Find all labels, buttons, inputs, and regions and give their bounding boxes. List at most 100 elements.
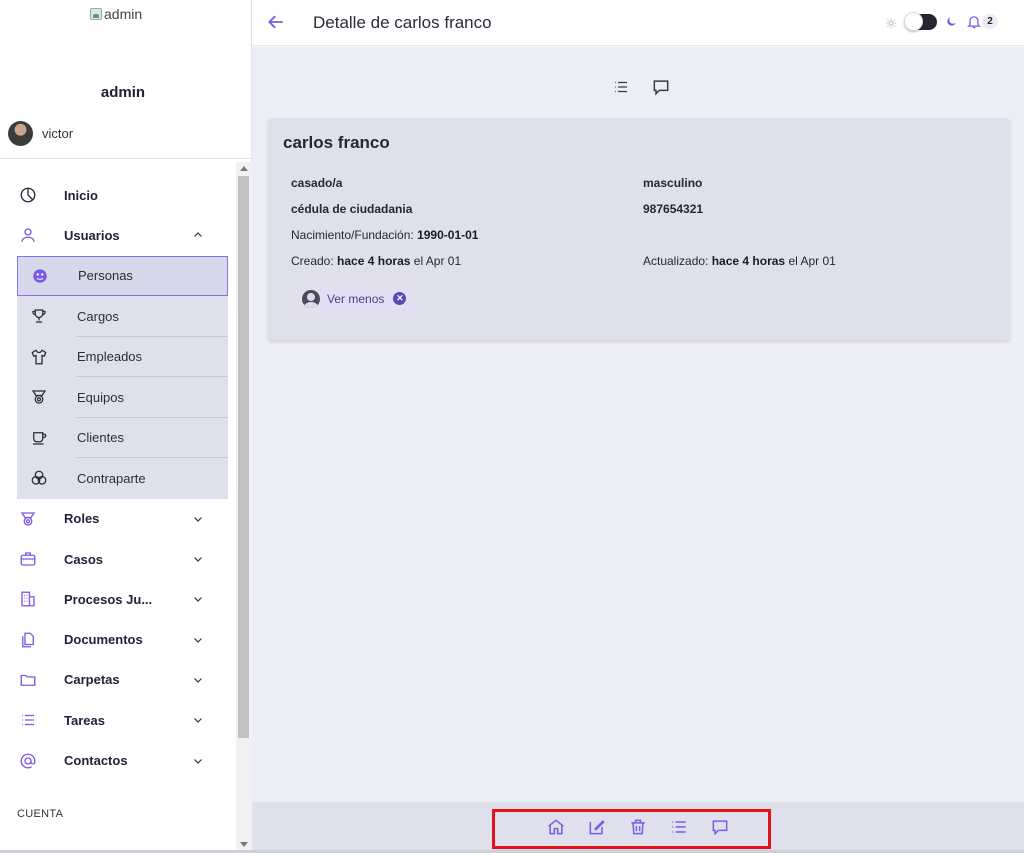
birth-value: 1990-01-01 — [417, 228, 479, 242]
list-view-icon[interactable] — [610, 77, 632, 97]
sidebar-subitem-clientes[interactable]: Clientes — [17, 418, 228, 459]
sidebar-item-label: Inicio — [64, 187, 98, 203]
bell-icon[interactable] — [966, 13, 982, 30]
sidebar-subitem-label: Contraparte — [77, 470, 146, 486]
sidebar-nav: Inicio Usuarios Personas Cargos Empleado… — [0, 175, 236, 781]
sidebar-item-label: Casos — [64, 551, 104, 567]
chevron-down-icon — [191, 633, 205, 647]
medal-icon — [18, 509, 38, 529]
birth-info: Nacimiento/Fundación: 1990-01-01 — [291, 228, 478, 242]
updated-info: Actualizado: hace 4 horas el Apr 01 — [643, 254, 836, 268]
chevron-up-icon — [191, 228, 205, 242]
sidebar-item-usuarios[interactable]: Usuarios — [0, 215, 236, 255]
chevron-down-icon — [191, 673, 205, 687]
shirt-icon — [29, 347, 49, 367]
document-number: 987654321 — [643, 202, 704, 216]
building-icon — [18, 589, 38, 609]
chevron-down-icon — [191, 754, 205, 768]
updated-label: Actualizado: — [643, 254, 709, 268]
person-name: carlos franco — [283, 133, 390, 152]
civil-status: casado/a — [291, 176, 343, 190]
ver-menos-chip[interactable]: Ver menos ✕ — [298, 286, 415, 311]
user-name: victor — [42, 126, 74, 141]
sidebar-item-contactos[interactable]: Contactos — [0, 740, 236, 780]
dark-mode-toggle[interactable] — [904, 12, 937, 31]
back-arrow-icon[interactable] — [266, 12, 286, 32]
sidebar-scrollbar[interactable] — [236, 162, 252, 853]
birth-label: Nacimiento/Fundación: — [291, 228, 414, 242]
sidebar-item-inicio[interactable]: Inicio — [0, 175, 236, 215]
created-value: hace 4 horas — [337, 254, 411, 268]
sidebar-item-documentos[interactable]: Documentos — [0, 619, 236, 659]
chevron-down-icon — [191, 552, 205, 566]
sidebar-item-label: Carpetas — [64, 672, 120, 688]
home-icon[interactable] — [546, 817, 566, 837]
page-title: Detalle de carlos franco — [313, 13, 492, 32]
user-icon — [18, 225, 38, 245]
briefcase-icon — [18, 549, 38, 569]
folder-icon — [18, 670, 38, 690]
at-icon — [18, 751, 38, 771]
cup-icon — [29, 428, 49, 448]
notification-count-badge: 2 — [982, 14, 998, 29]
sidebar-subitem-personas[interactable]: Personas — [17, 255, 228, 297]
trophy-icon — [29, 306, 49, 326]
chip-avatar — [302, 289, 320, 308]
sidebar-item-label: Roles — [64, 511, 100, 527]
chevron-down-icon — [191, 592, 205, 606]
edit-icon[interactable] — [587, 817, 607, 837]
sun-icon — [885, 16, 897, 28]
bottom-actions — [546, 817, 730, 837]
sidebar-subitem-equipos[interactable]: Equipos — [17, 377, 228, 418]
sidebar-item-label: Contactos — [64, 753, 128, 769]
sidebar-item-label: Usuarios — [64, 227, 120, 243]
sidebar-item-carpetas[interactable]: Carpetas — [0, 660, 236, 700]
list-icon[interactable] — [669, 817, 689, 837]
created-info: Creado: hace 4 horas el Apr 01 — [291, 254, 461, 268]
sidebar-item-procesos[interactable]: Procesos Ju... — [0, 579, 236, 619]
gender: masculino — [643, 176, 703, 190]
close-icon[interactable]: ✕ — [393, 292, 407, 305]
sidebar-subitem-contraparte[interactable]: Contraparte — [17, 458, 228, 499]
sidebar-item-casos[interactable]: Casos — [0, 539, 236, 579]
comment-icon[interactable] — [650, 77, 672, 97]
sidebar-item-label: Documentos — [64, 632, 143, 648]
sidebar-subitem-label: Equipos — [77, 389, 124, 405]
updated-date: el Apr 01 — [788, 254, 836, 268]
view-toggle — [610, 77, 672, 97]
sidebar-subitem-label: Personas — [78, 268, 133, 284]
comment-icon[interactable] — [710, 817, 730, 837]
circles-icon — [29, 468, 49, 488]
trash-icon[interactable] — [628, 817, 648, 837]
sidebar-item-tareas[interactable]: Tareas — [0, 700, 236, 740]
bottom-toolbar — [252, 802, 1024, 850]
sidebar-subitem-label: Cargos — [77, 308, 119, 324]
files-icon — [18, 630, 38, 650]
sidebar-item-label: Tareas — [64, 712, 105, 728]
sidebar: admin admin victor Inicio Usuarios Perso… — [0, 0, 252, 853]
avatar — [8, 121, 33, 146]
scrollbar-thumb[interactable] — [238, 176, 249, 738]
scroll-down-icon[interactable] — [240, 842, 248, 847]
sidebar-subitem-label: Empleados — [77, 349, 143, 365]
sidebar-app-name: admin — [100, 84, 146, 101]
sidebar-item-roles[interactable]: Roles — [0, 499, 236, 539]
sidebar-subitem-empleados[interactable]: Empleados — [17, 337, 228, 378]
main-content: carlos franco casado/a masculino cédula … — [252, 47, 1024, 802]
face-icon — [30, 266, 50, 286]
broken-image-icon — [90, 8, 102, 20]
chevron-down-icon — [191, 512, 205, 526]
sidebar-section-cuenta: CUENTA — [17, 808, 64, 820]
usuarios-submenu: Personas Cargos Empleados Equipos Client… — [17, 255, 228, 499]
top-bar: Detalle de carlos franco 2 — [252, 0, 1024, 46]
user-profile[interactable]: victor — [8, 121, 73, 146]
document-type: cédula de ciudadania — [291, 202, 413, 216]
sidebar-divider — [0, 158, 252, 159]
scroll-up-icon[interactable] — [240, 166, 248, 171]
updated-value: hace 4 horas — [711, 254, 786, 268]
created-label: Creado: — [291, 254, 334, 268]
sidebar-subitem-cargos[interactable]: Cargos — [17, 296, 228, 337]
pie-chart-icon — [18, 185, 38, 205]
moon-icon — [945, 15, 958, 28]
list-icon — [18, 710, 38, 730]
